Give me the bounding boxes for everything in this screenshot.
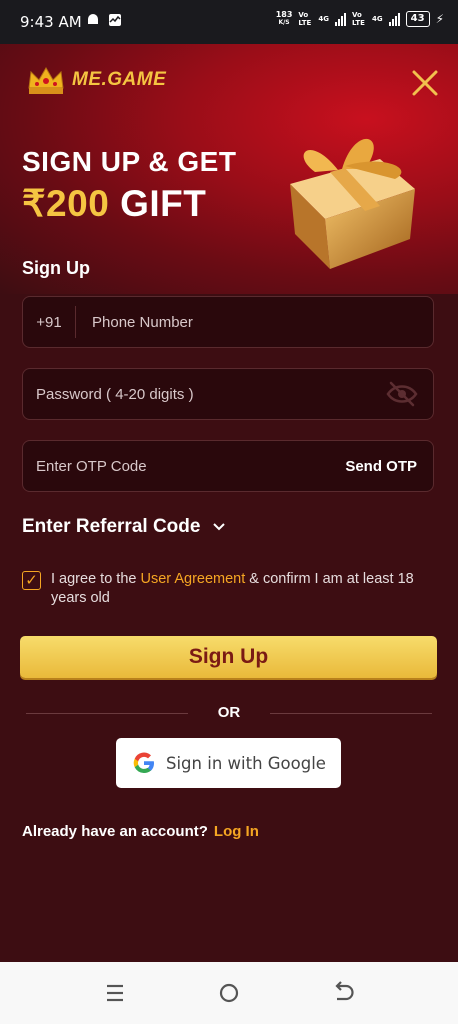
google-signin-button[interactable]: Sign in with Google [116,738,341,788]
battery-icon: 43 [405,11,430,27]
status-right: 183 K/S Vo LTE 4G Vo LTE 4G 43 ⚡ [276,11,444,27]
back-icon[interactable] [328,980,358,1006]
or-divider: OR [26,702,432,724]
sim2-type: 4G [372,15,383,23]
menu-icon[interactable] [100,980,130,1006]
brand-logo: ME.GAME [26,64,166,96]
phone-input[interactable] [90,296,433,348]
otp-field: Send OTP [22,440,434,492]
android-icon [88,14,98,24]
close-icon[interactable] [410,68,440,98]
eye-off-icon[interactable] [385,381,419,407]
notification-icons [86,13,122,27]
google-icon [133,752,154,774]
agreement-row: ✓ I agree to the User Agreement & confir… [22,570,434,608]
otp-input[interactable] [23,440,346,492]
password-field [22,368,434,420]
signal-icon-2 [388,12,400,26]
brand-name: ME.GAME [72,69,167,90]
check-icon: ✓ [25,572,38,589]
net-speed: 183 K/S [275,10,293,27]
promo-gift-word: GIFT [120,183,207,224]
promo-amount: ₹200 [22,183,110,224]
charging-icon: ⚡ [435,12,444,26]
system-nav-bar [0,962,458,1024]
sim2-label: Vo LTE [352,11,365,27]
hero-banner: ME.GAME SIGN UP & GET ₹200 GIFT [0,44,458,294]
country-code[interactable]: +91 [23,306,76,338]
home-icon[interactable] [214,980,244,1006]
agree-checkbox[interactable]: ✓ [22,571,41,590]
crown-icon [28,67,64,94]
signal-icon-1 [335,12,347,26]
status-bar: 9:43 AM 183 K/S Vo LTE 4G Vo LTE 4G 43 ⚡ [0,0,458,44]
google-button-label: Sign in with Google [166,753,326,773]
chevron-down-icon [213,523,226,531]
promo-amount-line: ₹200 GIFT [22,182,206,225]
gift-box-icon [290,138,415,269]
agreement-text: I agree to the User Agreement & confirm … [51,571,414,606]
user-agreement-link[interactable]: User Agreement [140,571,245,587]
sim1-label: Vo LTE [298,11,312,27]
sim1-type: 4G [318,15,330,23]
activity-icon [109,14,121,26]
login-prompt: Already have an account? Log In [22,823,259,840]
send-otp-button[interactable]: Send OTP [345,458,417,475]
login-link[interactable]: Log In [214,823,259,840]
referral-label: Enter Referral Code [22,516,201,537]
form-title: Sign Up [22,258,90,278]
signup-button[interactable]: Sign Up [20,636,437,678]
promo-headline: SIGN UP & GET [22,146,237,177]
referral-toggle[interactable]: Enter Referral Code [22,516,226,538]
status-time: 9:43 AM [20,13,82,31]
password-input[interactable] [23,368,385,420]
phone-field: +91 [22,296,434,348]
